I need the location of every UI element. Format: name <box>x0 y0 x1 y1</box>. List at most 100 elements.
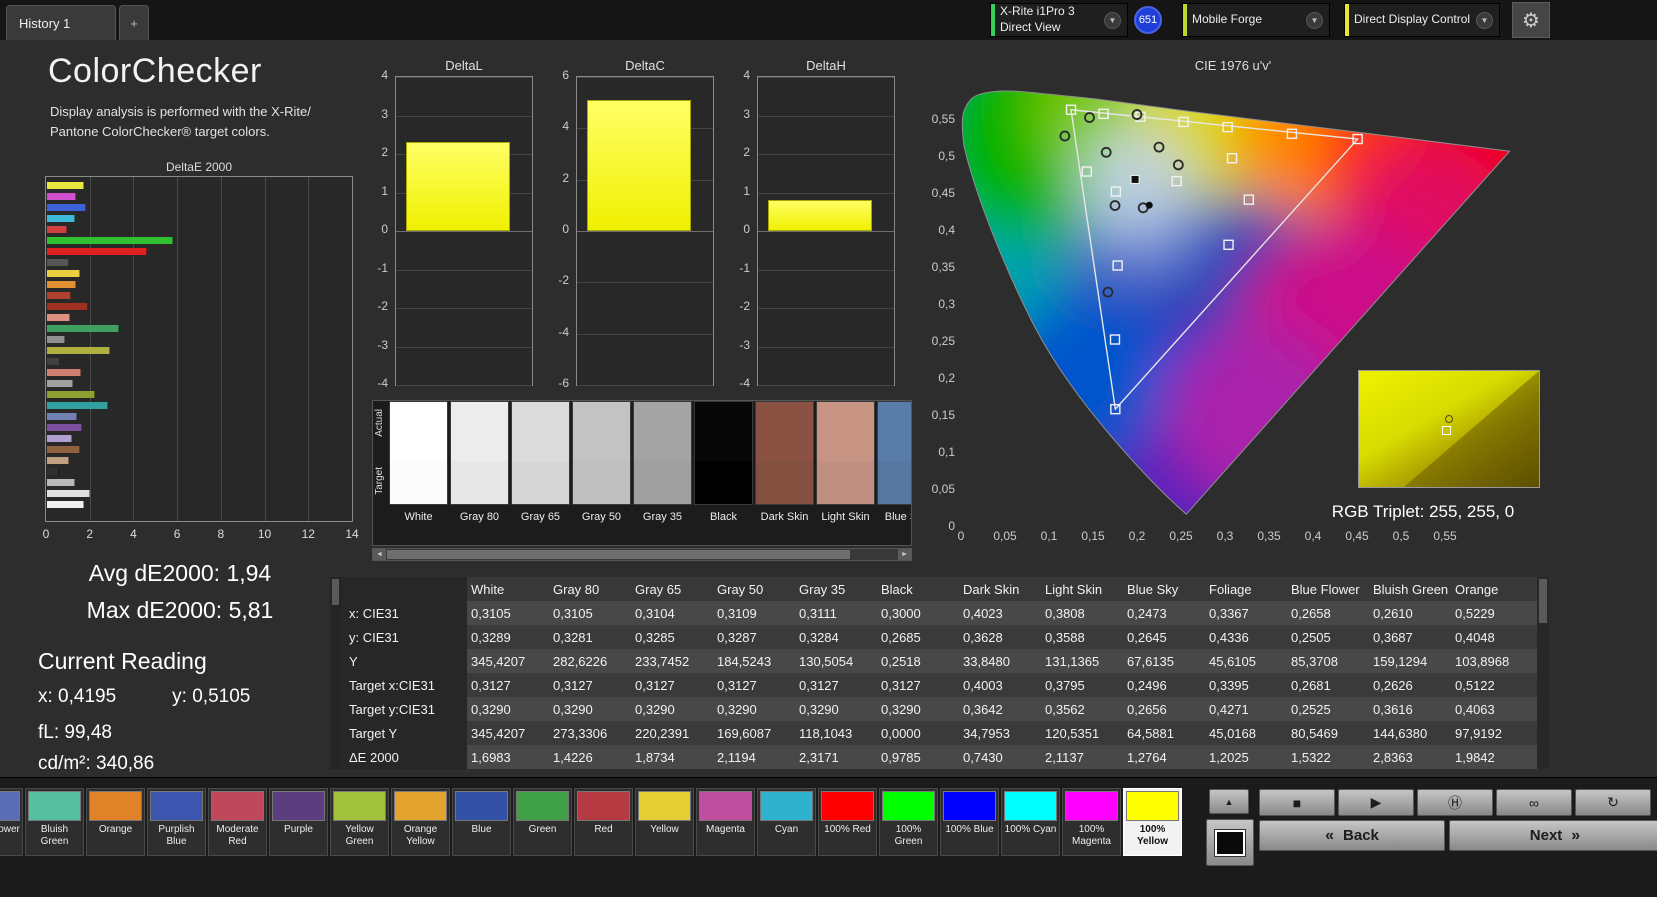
table-row: ΔE 2000 1,6983 1,4226 1,8734 2,1194 2,3171 0,9… <box>341 745 1537 769</box>
gridline <box>758 385 894 386</box>
table-cell: 184,5243 <box>717 653 772 669</box>
gridline <box>396 115 532 117</box>
table-cell: 130,5054 <box>799 653 854 669</box>
display-control-dropdown[interactable]: Direct Display Control ▼ <box>1344 3 1500 37</box>
patch-green[interactable]: Green <box>513 788 572 856</box>
patch-purplish-blue[interactable]: Purplish Blue <box>147 788 206 856</box>
table-cell: 1,8734 <box>635 749 675 765</box>
scroll-right-arrow[interactable]: ► <box>898 549 911 560</box>
control-label: Direct Display Control <box>1354 12 1471 27</box>
actual-color <box>878 402 911 462</box>
fl-reading: fL: 99,48 <box>38 722 112 743</box>
table-cell: 0,3127 <box>471 677 511 693</box>
save-button[interactable]: Ⓗ <box>1417 789 1493 816</box>
x-tick-label: 2 <box>86 527 94 541</box>
deltae-bar <box>47 424 82 431</box>
patch-cyan[interactable]: Cyan <box>757 788 816 856</box>
swatch-gray-65: Gray 65 <box>511 401 570 545</box>
current-color-inset <box>1358 370 1540 488</box>
patch-magenta[interactable]: Magenta <box>696 788 755 856</box>
table-cell: 0,3642 <box>963 701 1003 717</box>
deltae-bar <box>47 369 81 376</box>
deltae-chart <box>45 176 353 522</box>
patch-blue[interactable]: Blue <box>452 788 511 856</box>
meter-device-dropdown[interactable]: X-Rite i1Pro 3 Direct View ▼ <box>990 3 1128 37</box>
next-button[interactable]: Next » <box>1449 820 1657 851</box>
rgb-triplet-readout: RGB Triplet: 255, 255, 0 <box>1331 502 1515 521</box>
svg-text:0,1: 0,1 <box>1041 529 1058 543</box>
table-row: x: CIE31 0,3105 0,3105 0,3104 0,3109 0,3111 0,… <box>341 601 1537 625</box>
deltae-bar <box>47 358 61 365</box>
patch-orange[interactable]: Orange <box>86 788 145 856</box>
patch-100-magenta[interactable]: 100% Magenta <box>1062 788 1121 856</box>
patch-red[interactable]: Red <box>574 788 633 856</box>
swatch-gray-35: Gray 35 <box>633 401 692 545</box>
scrollbar-thumb[interactable] <box>1539 579 1547 623</box>
deltae-bar <box>47 391 95 398</box>
patch-100-blue[interactable]: 100% Blue <box>940 788 999 856</box>
collapse-up-button[interactable]: ▲ <box>1209 789 1249 814</box>
table-cell: 0,2496 <box>1127 677 1167 693</box>
link-button[interactable]: ∞ <box>1496 789 1572 816</box>
table-left-scrollbar[interactable] <box>330 577 341 769</box>
patch-100-red[interactable]: 100% Red <box>818 788 877 856</box>
table-row: Y 345,4207 282,6226 233,7452 184,5243 130,505… <box>341 649 1537 673</box>
patch-yellow-green[interactable]: Yellow Green <box>330 788 389 856</box>
table-cell: 1,6983 <box>471 749 511 765</box>
patch-orange-yellow[interactable]: Orange Yellow <box>391 788 450 856</box>
swatch-black: Black <box>694 401 753 545</box>
deltac-chart-title: DeltaC <box>625 58 665 73</box>
patch-blue-flower[interactable]: Blue Flower <box>0 788 23 856</box>
swatch-label: Gray 80 <box>459 511 500 523</box>
target-color <box>512 461 569 504</box>
chevron-down-icon: ▼ <box>1104 11 1121 29</box>
svg-text:0,5: 0,5 <box>1393 529 1410 543</box>
settings-gear-button[interactable]: ⚙ <box>1512 2 1550 38</box>
table-cell: 0,3588 <box>1045 629 1085 645</box>
scrollbar-thumb[interactable] <box>332 579 339 605</box>
pattern-source-dropdown[interactable]: Mobile Forge ▼ <box>1182 3 1330 37</box>
table-cell: 0,4336 <box>1209 629 1249 645</box>
patch-bluish-green[interactable]: Bluish Green <box>25 788 84 856</box>
swatch-label: Light Skin <box>821 511 870 523</box>
pattern-window-button[interactable] <box>1206 819 1254 866</box>
gridline <box>577 231 713 232</box>
navigation-controls: « Back Next » <box>1259 820 1657 851</box>
current-reading-heading: Current Reading <box>38 648 207 674</box>
stop-button[interactable]: ■ <box>1259 789 1335 816</box>
deltal-chart-title: DeltaL <box>445 58 483 73</box>
swatch-dark-skin: Dark Skin <box>755 401 814 545</box>
swatch-label: Black <box>710 511 737 523</box>
column-header: Bluish Green <box>1373 581 1449 597</box>
patch-yellow[interactable]: Yellow <box>635 788 694 856</box>
refresh-button[interactable]: ↻ <box>1575 789 1651 816</box>
chevron-down-icon: ▼ <box>1476 11 1493 29</box>
deltae-bar <box>47 402 108 409</box>
play-button[interactable]: ▶ <box>1338 789 1414 816</box>
swatch-strip: Actual Target White Gray 80 Gray 65 Gray 50… <box>372 400 912 546</box>
patch-100-cyan[interactable]: 100% Cyan <box>1001 788 1060 856</box>
x-reading: x: 0,4195 <box>38 686 117 707</box>
y-tick-label: 3 <box>381 106 388 121</box>
table-cell: 45,6105 <box>1209 653 1256 669</box>
y-tick-label: 2 <box>562 170 569 185</box>
patch-100-yellow[interactable]: 100% Yellow <box>1123 788 1182 856</box>
gridline <box>577 385 713 386</box>
scroll-left-arrow[interactable]: ◄ <box>373 549 386 560</box>
y-tick-label: -2 <box>377 299 388 313</box>
y-tick-label: -4 <box>377 376 388 390</box>
patch-purple[interactable]: Purple <box>269 788 328 856</box>
link-icon: ∞ <box>1529 794 1539 811</box>
tab-history-1[interactable]: History 1 <box>6 5 116 40</box>
table-cell: 0,2505 <box>1291 629 1331 645</box>
patch-100-green[interactable]: 100% Green <box>879 788 938 856</box>
back-button[interactable]: « Back <box>1259 820 1445 851</box>
table-cell: 1,5322 <box>1291 749 1331 765</box>
new-tab-button[interactable]: + <box>119 5 149 40</box>
table-right-scrollbar[interactable] <box>1537 577 1549 769</box>
swatch-scrollbar[interactable]: ◄ ► <box>372 548 912 561</box>
scrollbar-thumb[interactable] <box>387 550 850 559</box>
table-cell: 64,5881 <box>1127 725 1174 741</box>
x-tick-label: 4 <box>130 527 137 541</box>
patch-moderate-red[interactable]: Moderate Red <box>208 788 267 856</box>
